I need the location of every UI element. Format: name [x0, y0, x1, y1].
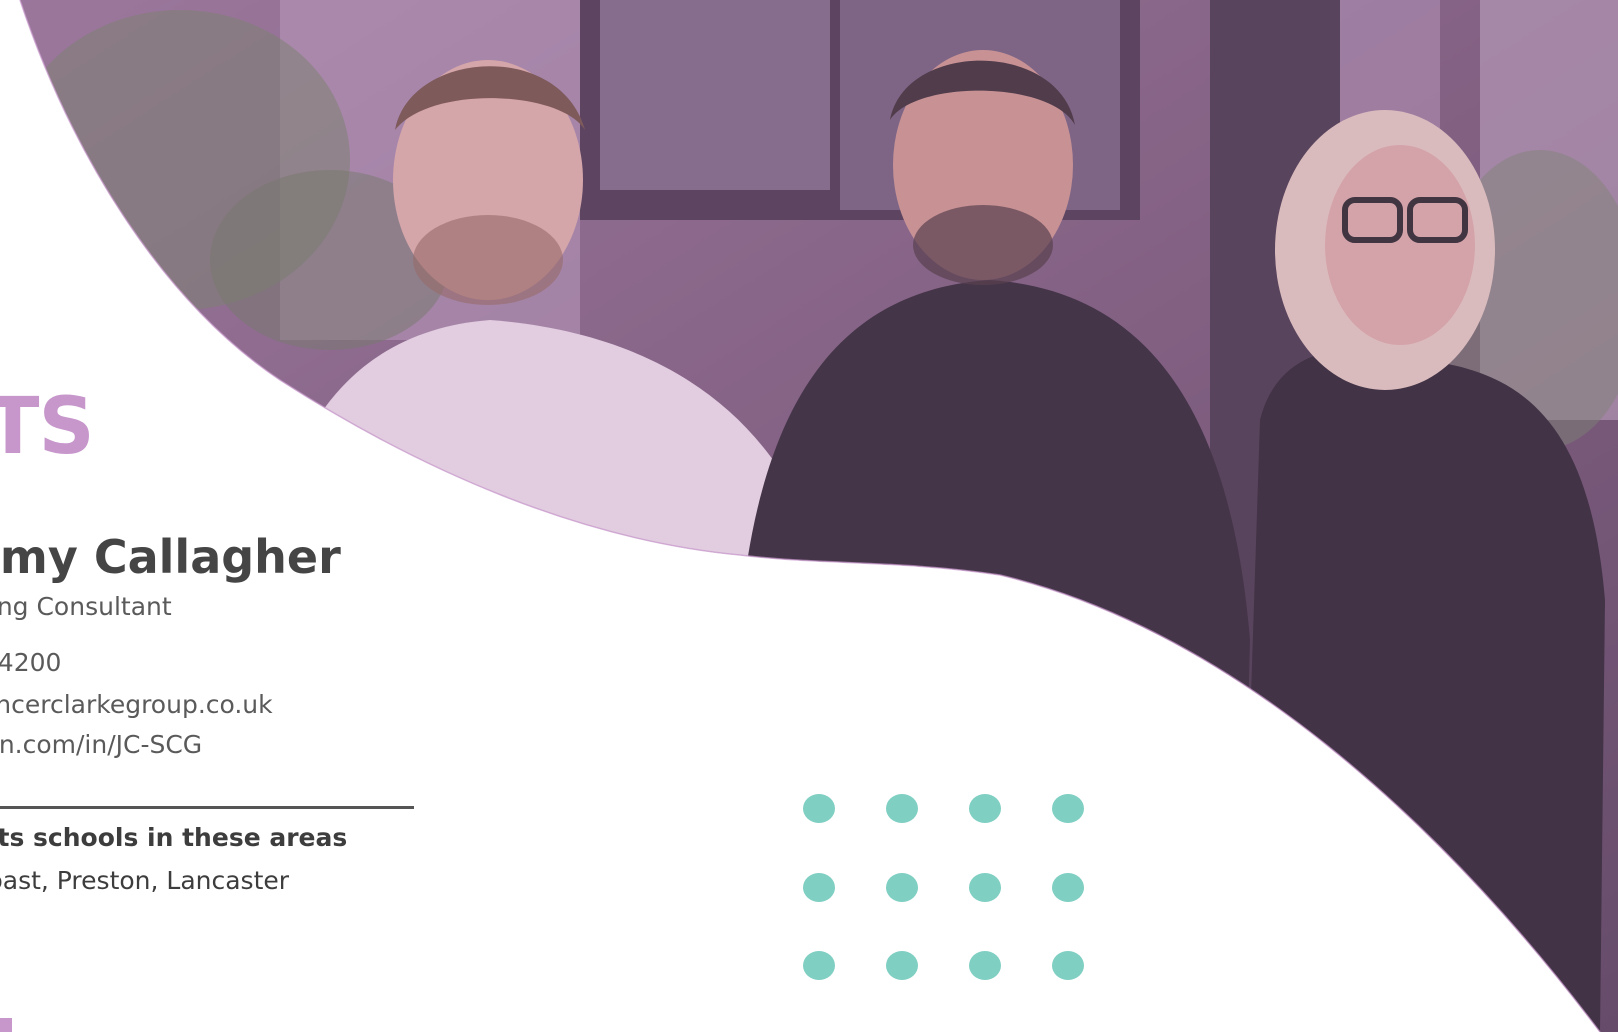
dot	[886, 794, 918, 823]
contact-name: mmy Callagher	[0, 530, 341, 584]
section-kicker: S	[0, 328, 3, 386]
contact-email[interactable]: pencerclarkegroup.co.uk	[0, 690, 273, 719]
areas-list: Coast, Preston, Lancaster	[0, 866, 290, 895]
dot	[1052, 794, 1084, 823]
dot	[1052, 951, 1084, 980]
dot	[969, 873, 1001, 902]
dot	[803, 951, 835, 980]
areas-heading: orts schools in these areas	[0, 823, 348, 852]
dot	[803, 873, 835, 902]
dot	[886, 873, 918, 902]
dot	[969, 794, 1001, 823]
dot-grid-decoration	[803, 794, 1087, 980]
accent-mark	[0, 1018, 12, 1032]
dot	[803, 794, 835, 823]
divider	[0, 806, 414, 809]
contact-role: ging Consultant	[0, 592, 172, 621]
dot	[1052, 873, 1084, 902]
dot	[969, 951, 1001, 980]
dot	[886, 951, 918, 980]
contact-linkedin[interactable]: din.com/in/JC-SCG	[0, 730, 202, 759]
section-heading: CTS	[0, 382, 95, 472]
contact-phone[interactable]: 954200	[0, 648, 61, 677]
